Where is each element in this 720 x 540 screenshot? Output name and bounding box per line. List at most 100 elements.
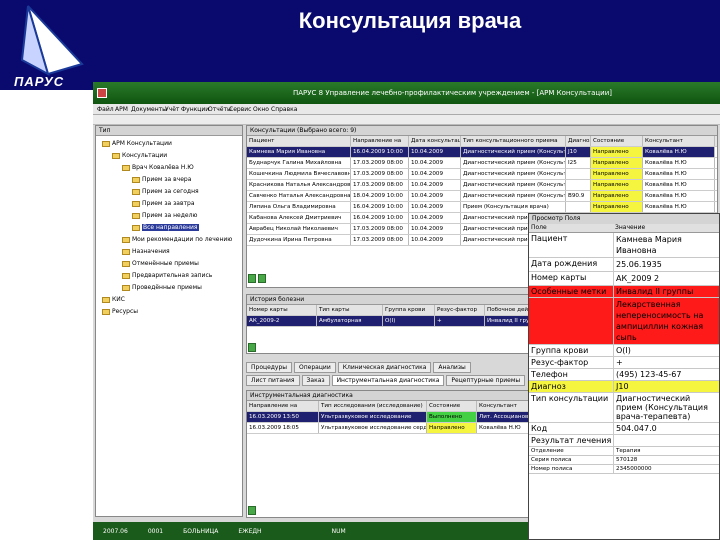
menu-functions[interactable]: Функции [181,106,209,113]
menu-window[interactable]: Окно [253,106,269,113]
table-row[interactable]: Савченко Наталья Александровна 18.04.2009… [247,191,717,202]
column-header[interactable]: Направление на [247,401,319,411]
tree-item-label: КИС [112,296,125,303]
tree-item[interactable]: Мои рекомендации по лечению [122,236,232,243]
table-cell: 10.04.2009 [409,169,461,179]
menubar: Файл АРМ Документы Учёт Функции Отчёты С… [93,104,720,115]
tree-item[interactable]: Отменённые приемы [122,260,199,267]
table-cell: Ультразвуковое исследование сердца [321,423,427,433]
tree-item[interactable]: Все направления [132,224,199,231]
property-row: Телефон (495) 123-45-67 [529,369,719,381]
column-header[interactable]: Дата консультации [409,136,461,146]
tree-item[interactable]: Прием за сегодня [132,188,199,195]
column-header[interactable]: Тип карты [317,305,383,315]
status-num: NUM [331,527,346,535]
table-row[interactable]: Ляпина Ольга Владимировна 16.04.2009 10:0… [247,202,717,213]
property-value: Диагностический прием (Консультация врач… [613,393,719,422]
table-cell: Ковалёва Н.Ю [643,202,715,212]
tree-item-label: Мои рекомендации по лечению [132,236,233,243]
table-cell: + [435,316,485,326]
table-cell: Аврабец Николай Николаевич [247,224,351,234]
column-header[interactable]: Консультант [643,136,715,146]
table-cell: Камнева Мария Ивановна [247,147,351,157]
folder-icon [132,200,140,207]
table-cell: Выполнено [427,412,477,422]
tree-item-label: Предварительная запись [132,272,213,279]
column-header[interactable]: Состояние [591,136,643,146]
menu-documents[interactable]: Документы [131,106,167,113]
folder-icon [122,236,130,243]
table-row[interactable]: Буднарчук Галина Михайловна 17.03.2009 08… [247,158,717,169]
column-header[interactable]: Номер карты [247,305,317,315]
tab[interactable]: Процедуры [246,362,293,373]
property-row: Номер полиса 2345000000 [529,465,719,474]
folder-icon [102,140,110,147]
instr-scroll-button[interactable] [248,506,256,515]
folder-icon [102,296,110,303]
folder-icon [122,260,130,267]
left-white-band [0,90,93,540]
table-cell: 10.04.2009 [409,213,461,223]
property-row: Группа крови О(I) [529,345,719,357]
menu-arm[interactable]: АРМ [115,106,128,113]
column-header[interactable]: Направление на [351,136,409,146]
tab[interactable]: Заказ [301,375,330,386]
property-value: 504.047.0 [613,423,719,434]
tab[interactable]: Инструментальная диагностика [331,375,445,386]
table-row[interactable]: Кошечкина Людмила Вячеславовна 17.03.2009… [247,169,717,180]
tab[interactable]: Операции [294,362,336,373]
menu-file[interactable]: Файл [97,106,114,113]
tab[interactable]: Рецептурные приемы [446,375,526,386]
menu-service[interactable]: Сервис [229,106,251,113]
column-header[interactable]: Диагноз [566,136,591,146]
tree-item[interactable]: Прием за вчера [132,176,191,183]
column-header[interactable]: Тип исследования (исследование) [319,401,427,411]
property-key: Номер полиса [531,466,573,472]
property-key: Тип консультации [531,394,609,403]
tree-item-label: Прием за вчера [142,176,192,183]
column-header[interactable]: Резус-фактор [435,305,485,315]
table-cell: 10.04.2009 [409,191,461,201]
tree-item[interactable]: Ресурсы [102,308,138,315]
table-row[interactable]: Камнева Мария Ивановна 16.04.2009 10:00 10… [247,147,717,158]
tree-item[interactable]: КИС [102,296,125,303]
table-cell: Диагностический прием (Консультация врач… [463,169,566,179]
tab[interactable]: Анализы [433,362,471,373]
table-cell: I25 [566,158,591,168]
scroll-right-button[interactable] [258,274,266,283]
column-header[interactable]: Состояние [427,401,477,411]
column-header[interactable]: Тип консультационного приема [461,136,566,146]
table-cell: 17.03.2009 08:00 [351,235,409,245]
tree-item[interactable]: Проведённые приемы [122,284,202,291]
app-icon [97,88,107,98]
menu-accounting[interactable]: Учёт [165,106,179,113]
tree-item-label: Назначения [132,248,170,255]
property-key: Серия полиса [531,457,572,463]
table-cell: Кошечкина Людмила Вячеславовна [249,169,351,179]
property-value: Терапия [613,447,719,455]
tab[interactable]: Лист питания [246,375,300,386]
tree-item[interactable]: Назначения [122,248,170,255]
column-header[interactable]: Группа крови [383,305,435,315]
tab[interactable]: Клиническая диагностика [337,362,432,373]
tree-item-label: Прием за сегодня [142,188,199,195]
tree-item[interactable]: Предварительная запись [122,272,212,279]
table-cell: Амбулаторная [317,316,383,326]
table-cell: 17.03.2009 08:00 [351,169,409,179]
history-scroll-button[interactable] [248,343,256,352]
property-row: Код 504.047.0 [529,423,719,435]
tree-item[interactable]: АРМ Консультации [102,140,172,147]
tree-item[interactable]: Консультации [112,152,167,159]
property-key: Дата рождения [531,259,598,268]
table-row[interactable]: Красникова Наталья Александровна 17.03.20… [247,180,717,191]
tree-item[interactable]: Врач Ковалёва Н.Ю [122,164,194,171]
prop-col-value: Значение [615,224,646,231]
properties-popup: Просмотр Поля Поле Значение Пациент Камне… [528,213,720,540]
tree-item[interactable]: Прием за неделю [132,212,197,219]
property-row: Номер карты АК_2009 2 [529,272,719,286]
menu-help[interactable]: Справка [271,106,297,113]
scroll-left-button[interactable] [248,274,256,283]
column-header[interactable]: Пациент [247,136,351,146]
property-key: Резус-фактор [531,358,589,367]
tree-item[interactable]: Прием за завтра [132,200,195,207]
